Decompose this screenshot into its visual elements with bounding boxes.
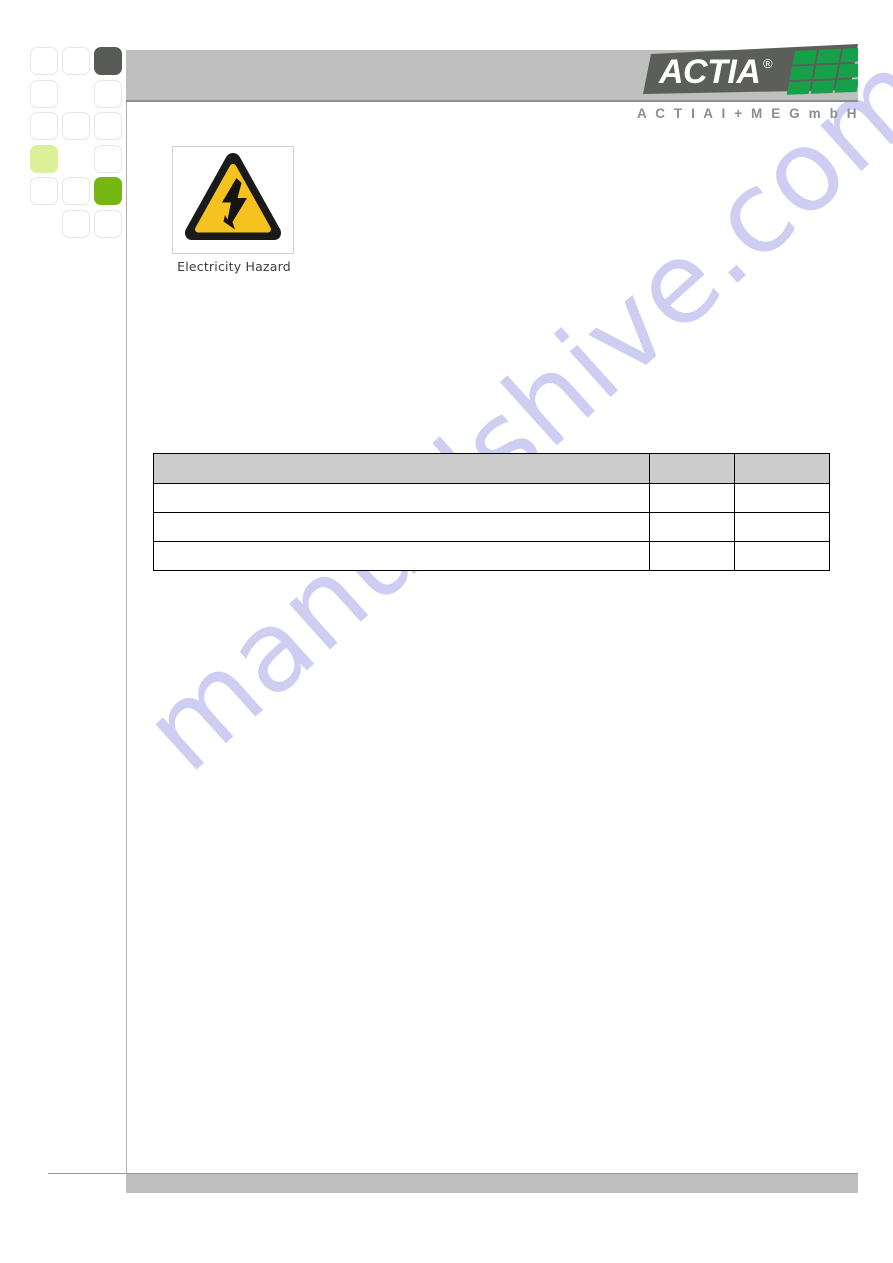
svg-text:®: ®	[763, 56, 773, 71]
actia-logo: ACTIA ®	[637, 42, 858, 100]
table-row	[153, 512, 830, 542]
deco-square-empty	[30, 112, 58, 140]
deco-square-empty	[62, 209, 90, 238]
table-row	[153, 483, 830, 513]
table-body	[153, 483, 830, 571]
document-page: manualshive.com ACTIA ® A C T I A I + M …	[0, 0, 893, 1263]
deco-square-empty	[62, 177, 90, 205]
table-cell	[153, 483, 650, 513]
deco-square-green	[94, 177, 122, 205]
hazard-caption: Electricity Hazard	[177, 259, 291, 274]
deco-square-dark	[94, 47, 122, 75]
decorative-square-grid	[30, 47, 122, 247]
deco-square-empty	[62, 112, 90, 140]
table-header-cell-3	[734, 453, 830, 484]
deco-square-empty	[94, 144, 122, 173]
table-header-row	[153, 453, 830, 484]
table-row	[153, 541, 830, 571]
watermark-overlay: manualshive.com	[0, 0, 893, 1263]
logo-tagline: A C T I A I + M E G m b H	[637, 106, 860, 121]
table-header	[153, 453, 830, 484]
table-cell	[734, 541, 830, 571]
table-cell	[649, 512, 735, 542]
table-cell	[734, 512, 830, 542]
table-cell	[649, 541, 735, 571]
deco-square-empty	[30, 79, 58, 108]
electricity-hazard-icon	[172, 146, 294, 254]
spec-table	[153, 453, 830, 571]
table-header-cell-1	[153, 453, 650, 484]
table-cell	[153, 512, 650, 542]
deco-square-empty	[94, 112, 122, 140]
footer-rule	[48, 1173, 858, 1174]
hazard-figure: Electricity Hazard	[172, 146, 296, 274]
watermark-text: manualshive.com	[120, 27, 893, 797]
table-cell	[649, 483, 735, 513]
deco-square-empty	[94, 209, 122, 238]
deco-square-empty	[94, 79, 122, 108]
deco-square-empty	[30, 47, 58, 75]
svg-text:ACTIA: ACTIA	[658, 53, 760, 91]
deco-square-empty	[62, 47, 90, 75]
table-header-cell-2	[649, 453, 735, 484]
table-cell	[734, 483, 830, 513]
left-vertical-rule	[126, 102, 127, 1174]
deco-square-empty	[30, 177, 58, 205]
deco-square-lightgreen	[30, 144, 58, 173]
footer-band	[126, 1174, 858, 1193]
table-cell	[153, 541, 650, 571]
